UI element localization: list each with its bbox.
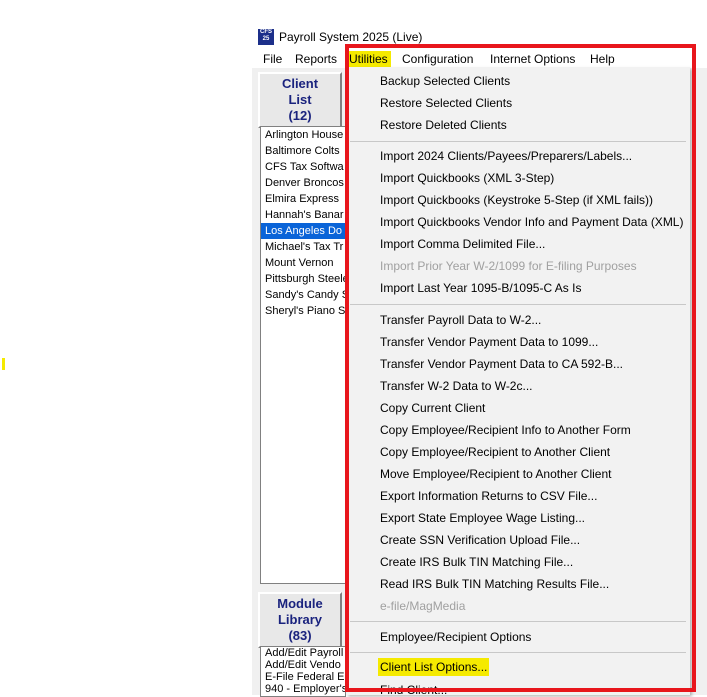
client-row[interactable]: Sheryl's Piano S (261, 303, 345, 319)
app-logo-icon: CFS 25 (258, 29, 274, 45)
menu-item-restore-deleted-clients[interactable]: Restore Deleted Clients (380, 116, 507, 134)
menu-item-import-comma-delimited[interactable]: Import Comma Delimited File... (380, 235, 545, 253)
client-row-selected[interactable]: Los Angeles Do (261, 223, 345, 239)
module-row[interactable]: E-File Federal Er (261, 671, 345, 683)
module-count: (83) (288, 628, 312, 643)
menu-configuration[interactable]: Configuration (399, 51, 476, 67)
menu-item-export-state-wage[interactable]: Export State Employee Wage Listing... (380, 509, 585, 527)
client-row[interactable]: Mount Vernon (261, 255, 345, 271)
client-row[interactable]: Hannah's Banar (261, 207, 345, 223)
module-library-label-line1: Module (277, 596, 323, 611)
module-row[interactable]: Add/Edit Payroll (261, 647, 345, 659)
client-row[interactable]: CFS Tax Softwa (261, 159, 345, 175)
client-row[interactable]: Arlington House (261, 127, 345, 143)
client-row[interactable]: Michael's Tax Tr (261, 239, 345, 255)
module-row[interactable]: 940 - Employer's (261, 683, 345, 695)
menu-file[interactable]: File (260, 51, 285, 67)
menu-item-client-list-options[interactable]: Client List Options... (378, 658, 490, 676)
menu-item-efile-magmedia: e-file/MagMedia (380, 599, 466, 613)
client-list-button[interactable]: Client List (12) (258, 72, 342, 128)
menu-separator (350, 621, 686, 622)
menu-reports[interactable]: Reports (292, 51, 340, 67)
menu-item-transfer-payroll-w2[interactable]: Transfer Payroll Data to W-2... (380, 311, 541, 329)
menu-internet-options[interactable]: Internet Options (487, 51, 578, 67)
menu-item-import-2024-clients[interactable]: Import 2024 Clients/Payees/Preparers/Lab… (380, 147, 632, 165)
menu-item-import-quickbooks-xml[interactable]: Import Quickbooks (XML 3-Step) (380, 169, 554, 187)
menu-item-transfer-vendor-1099[interactable]: Transfer Vendor Payment Data to 1099... (380, 333, 598, 351)
menu-bar: File Reports Utilities Configuration Int… (252, 48, 707, 68)
menu-item-find-client[interactable]: Find Client... (380, 681, 447, 695)
menu-item-copy-current-client[interactable]: Copy Current Client (380, 399, 485, 417)
window-title: Payroll System 2025 (Live) (279, 30, 423, 44)
module-library-button[interactable]: Module Library (83) (258, 592, 342, 648)
module-list[interactable]: Add/Edit Payroll Add/Edit Vendo E-File F… (260, 646, 346, 697)
menu-item-export-info-returns-csv[interactable]: Export Information Returns to CSV File..… (380, 487, 597, 505)
utilities-dropdown-menu: Backup Selected Clients Restore Selected… (346, 67, 690, 695)
menu-item-backup-selected-clients[interactable]: Backup Selected Clients (380, 72, 510, 90)
menu-help[interactable]: Help (587, 51, 618, 67)
module-library-label-line2: Library (277, 612, 323, 627)
client-row[interactable]: Pittsburgh Steele (261, 271, 345, 287)
menu-item-read-irs-tin-results[interactable]: Read IRS Bulk TIN Matching Results File.… (380, 575, 609, 593)
menu-item-import-quickbooks-keystroke[interactable]: Import Quickbooks (Keystroke 5-Step (if … (380, 191, 653, 209)
menu-item-copy-employee-client[interactable]: Copy Employee/Recipient to Another Clien… (380, 443, 610, 461)
menu-item-move-employee-client[interactable]: Move Employee/Recipient to Another Clien… (380, 465, 611, 483)
title-bar: CFS 25 Payroll System 2025 (Live) (252, 26, 707, 48)
menu-item-transfer-vendor-ca592b[interactable]: Transfer Vendor Payment Data to CA 592-B… (380, 355, 623, 373)
client-list-label-line1: Client (281, 76, 319, 91)
menu-item-import-prior-year: Import Prior Year W-2/1099 for E-filing … (380, 259, 637, 273)
menu-item-create-irs-tin-matching[interactable]: Create IRS Bulk TIN Matching File... (380, 553, 573, 571)
menu-separator (350, 304, 686, 305)
menu-separator (350, 141, 686, 142)
client-list[interactable]: Arlington House Baltimore Colts CFS Tax … (260, 126, 346, 584)
client-row[interactable]: Denver Broncos (261, 175, 345, 191)
client-row[interactable]: Sandy's Candy S (261, 287, 345, 303)
menu-item-create-ssn-verification[interactable]: Create SSN Verification Upload File... (380, 531, 580, 549)
client-row[interactable]: Elmira Express (261, 191, 345, 207)
menu-item-import-last-year-1095[interactable]: Import Last Year 1095-B/1095-C As Is (380, 279, 581, 297)
menu-item-transfer-w2-w2c[interactable]: Transfer W-2 Data to W-2c... (380, 377, 532, 395)
module-row[interactable]: Add/Edit Vendo (261, 659, 345, 671)
menu-item-employee-recipient-options[interactable]: Employee/Recipient Options (380, 628, 531, 646)
highlight-marker (2, 358, 5, 370)
client-row[interactable]: Baltimore Colts (261, 143, 345, 159)
menu-utilities[interactable]: Utilities (346, 51, 391, 67)
menu-item-import-quickbooks-vendor[interactable]: Import Quickbooks Vendor Info and Paymen… (380, 213, 683, 231)
menu-separator (350, 652, 686, 653)
menu-item-restore-selected-clients[interactable]: Restore Selected Clients (380, 94, 512, 112)
client-count: (12) (288, 108, 312, 123)
client-list-label-line2: List (288, 92, 312, 107)
menu-item-copy-employee-info-form[interactable]: Copy Employee/Recipient Info to Another … (380, 421, 631, 439)
